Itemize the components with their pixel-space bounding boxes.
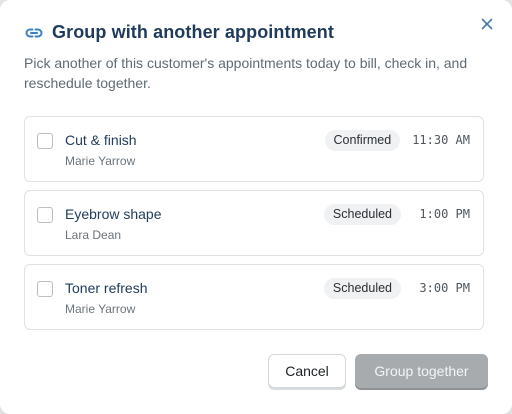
- dialog-title: Group with another appointment: [52, 22, 334, 42]
- status-badge: Scheduled: [323, 203, 401, 225]
- appointment-checkbox[interactable]: [37, 133, 53, 149]
- appointment-row[interactable]: Cut & finish Marie Yarrow Confirmed 11:3…: [24, 116, 484, 182]
- status-badge: Scheduled: [323, 277, 401, 299]
- group-together-button[interactable]: Group together: [355, 354, 488, 388]
- close-icon[interactable]: [477, 14, 497, 34]
- appointment-service: Cut & finish: [65, 132, 137, 148]
- appointment-service: Toner refresh: [65, 280, 148, 296]
- appointment-row[interactable]: Eyebrow shape Lara Dean Scheduled 1:00 P…: [24, 190, 484, 256]
- cancel-button[interactable]: Cancel: [268, 354, 346, 388]
- appointment-checkbox[interactable]: [37, 281, 53, 297]
- appointment-row[interactable]: Toner refresh Marie Yarrow Scheduled 3:0…: [24, 264, 484, 330]
- appointment-checkbox[interactable]: [37, 207, 53, 223]
- dialog-description: Pick another of this customer's appointm…: [24, 55, 468, 91]
- dialog-header: Group with another appointment: [24, 22, 334, 43]
- appointment-time: 1:00 PM: [419, 207, 470, 221]
- appointment-time: 11:30 AM: [412, 133, 470, 147]
- appointment-client: Marie Yarrow: [65, 154, 136, 168]
- appointment-service: Eyebrow shape: [65, 206, 162, 222]
- status-badge: Confirmed: [324, 129, 401, 151]
- link-icon: [24, 23, 44, 43]
- appointment-client: Marie Yarrow: [65, 302, 136, 316]
- appointment-client: Lara Dean: [65, 228, 122, 242]
- appointment-time: 3:00 PM: [419, 281, 470, 295]
- group-appointment-dialog: Group with another appointment Pick anot…: [0, 0, 512, 414]
